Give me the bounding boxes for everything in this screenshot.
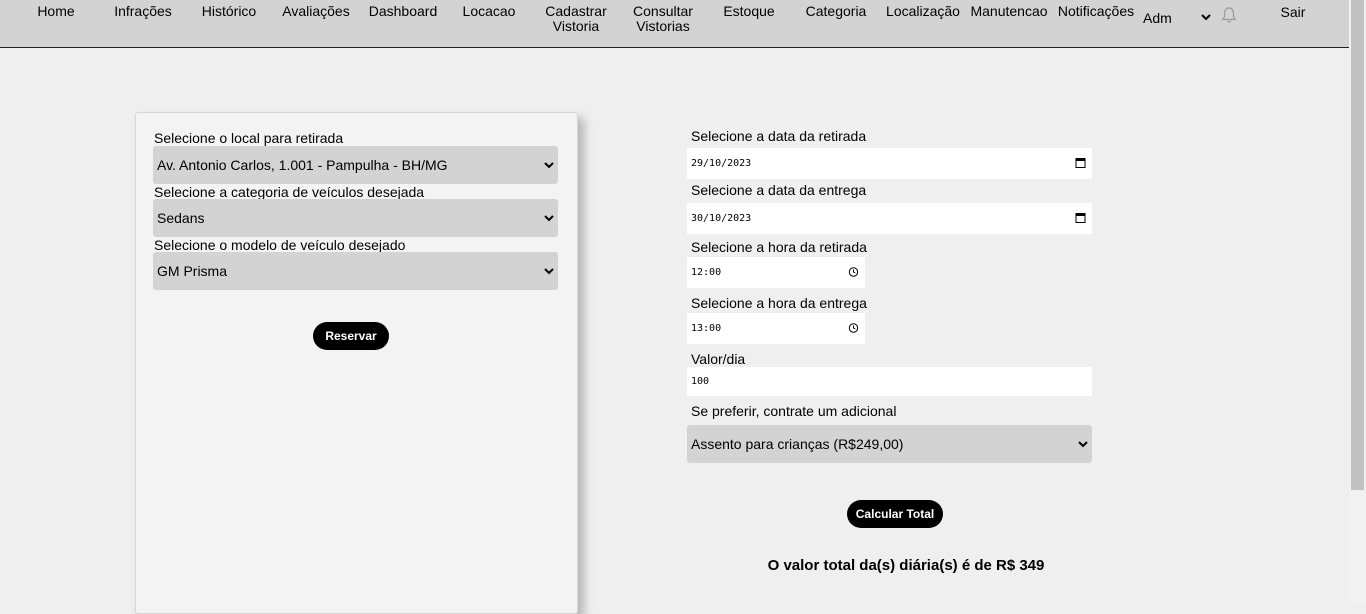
nav-estoque[interactable]: Estoque (706, 4, 792, 19)
bell-icon[interactable] (1221, 6, 1237, 29)
return-time-input[interactable]: 13:00 (687, 313, 865, 344)
top-navbar: Home Infrações Histórico Avaliações Dash… (0, 0, 1349, 48)
reservation-card: Selecione o local para retirada Av. Anto… (135, 112, 578, 614)
nav-locacao[interactable]: Locacao (446, 4, 532, 19)
return-time-label: Selecione a hora da entrega (691, 295, 867, 311)
location-select-value: Av. Antonio Carlos, 1.001 - Pampulha - B… (157, 157, 448, 173)
clock-icon[interactable] (848, 257, 859, 300)
nav-consultar-vistorias[interactable]: Consultar Vistorias (620, 4, 706, 34)
return-date-label: Selecione a data da entrega (691, 182, 867, 198)
reserve-button[interactable]: Reservar (313, 322, 389, 350)
chevron-down-icon (1201, 9, 1211, 25)
nav-localizacao[interactable]: Localização (880, 4, 966, 19)
pickup-date-label: Selecione a data da retirada (691, 128, 867, 144)
location-select[interactable]: Av. Antonio Carlos, 1.001 - Pampulha - B… (153, 146, 558, 184)
chevron-down-icon (544, 199, 554, 251)
total-value-text: O valor total da(s) diária(s) é de R$ 34… (767, 557, 1045, 574)
nav-dashboard[interactable]: Dashboard (360, 4, 446, 19)
category-label: Selecione a categoria de veículos deseja… (154, 184, 425, 200)
model-select[interactable]: GM Prisma (153, 252, 558, 290)
user-dropdown[interactable]: Adm (1143, 10, 1211, 26)
logout-link[interactable]: Sair (1270, 4, 1316, 20)
addon-select[interactable]: Assento para crianças (R$249,00) (687, 425, 1092, 463)
nav-historico[interactable]: Histórico (186, 4, 272, 19)
pickup-time-value: 12:00 (691, 267, 722, 278)
clock-icon[interactable] (848, 313, 859, 356)
rate-input[interactable]: 100 (687, 367, 1092, 396)
addon-label: Se preferir, contrate um adicional (691, 403, 897, 419)
rate-label: Valor/dia (691, 351, 746, 367)
pickup-date-value: 29/10/2023 (691, 158, 752, 169)
nav-cadastrar-vistoria[interactable]: Cadastrar Vistoria (533, 4, 619, 34)
nav-notificacoes[interactable]: Notificações (1053, 4, 1139, 19)
pickup-date-input[interactable]: 29/10/2023 (687, 148, 1092, 179)
calendar-icon[interactable] (1075, 148, 1086, 191)
nav-home[interactable]: Home (13, 4, 99, 19)
model-select-value: GM Prisma (157, 263, 227, 279)
nav-manutencao[interactable]: Manutencao (966, 4, 1052, 19)
return-date-value: 30/10/2023 (691, 213, 752, 224)
pickup-time-input[interactable]: 12:00 (687, 257, 865, 288)
vertical-scrollbar[interactable] (1349, 0, 1366, 605)
chevron-down-icon (1078, 425, 1088, 477)
category-select[interactable]: Sedans (153, 199, 558, 237)
nav-infracoes[interactable]: Infrações (100, 4, 186, 19)
return-date-input[interactable]: 30/10/2023 (687, 203, 1092, 234)
model-label: Selecione o modelo de veículo desejado (154, 237, 406, 253)
addon-select-value: Assento para crianças (R$249,00) (691, 436, 904, 452)
return-time-value: 13:00 (691, 323, 722, 334)
calculate-total-button[interactable]: Calcular Total (847, 500, 943, 528)
pickup-time-label: Selecione a hora da retirada (691, 239, 867, 255)
nav-avaliacoes[interactable]: Avaliações (273, 4, 359, 19)
chevron-down-icon (544, 252, 554, 304)
nav-categoria[interactable]: Categoria (793, 4, 879, 19)
calendar-icon[interactable] (1075, 203, 1086, 246)
scrollbar-thumb[interactable] (1351, 0, 1364, 490)
chevron-down-icon (544, 146, 554, 198)
category-select-value: Sedans (157, 210, 205, 226)
location-label: Selecione o local para retirada (154, 130, 344, 146)
user-name: Adm (1143, 10, 1172, 26)
rate-value: 100 (691, 376, 710, 387)
